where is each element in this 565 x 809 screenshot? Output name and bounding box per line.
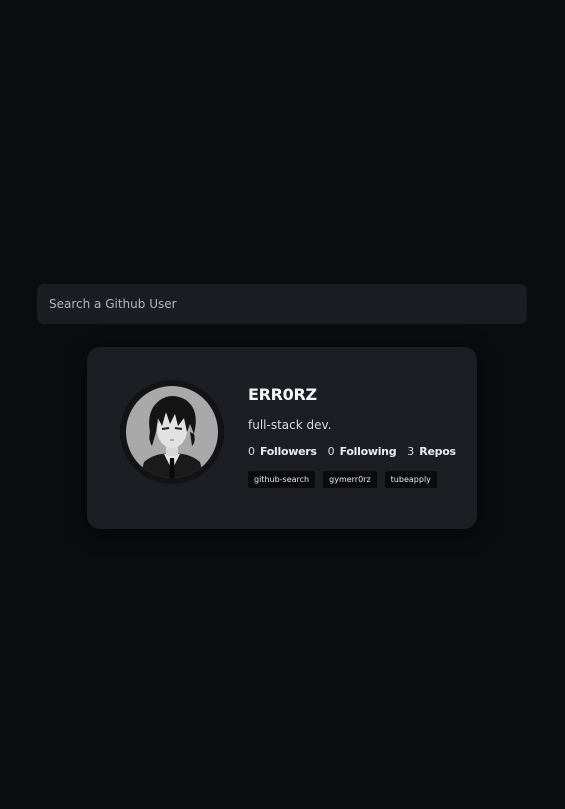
following-label: Following [339, 445, 397, 458]
repo-list: github-search gymerr0rz tubeapply [248, 471, 463, 488]
profile-bio: full-stack dev. [248, 418, 332, 432]
followers-stat: 0 Followers [248, 445, 317, 459]
repos-count: 3 [407, 445, 415, 458]
following-stat: 0 Following [328, 445, 397, 459]
repo-link[interactable]: gymerr0rz [323, 471, 377, 488]
profile-card: ERR0RZ full-stack dev. 0 Followers 0 Follo… [87, 347, 477, 529]
profile-name: ERR0RZ [248, 385, 317, 404]
repo-link[interactable]: tubeapply [384, 471, 437, 488]
search-input[interactable] [37, 284, 527, 324]
anime-avatar-icon [120, 380, 224, 484]
repo-link[interactable]: github-search [248, 471, 316, 488]
profile-stats: 0 Followers 0 Following 3 Repos [248, 445, 463, 459]
following-count: 0 [327, 445, 335, 458]
avatar[interactable] [120, 380, 224, 484]
followers-label: Followers [260, 445, 317, 458]
profile-info: ERR0RZ full-stack dev. 0 Followers 0 Follo… [248, 385, 463, 488]
followers-count: 0 [248, 445, 255, 458]
repos-label: Repos [419, 445, 456, 458]
repos-stat: 3 Repos [407, 445, 456, 459]
